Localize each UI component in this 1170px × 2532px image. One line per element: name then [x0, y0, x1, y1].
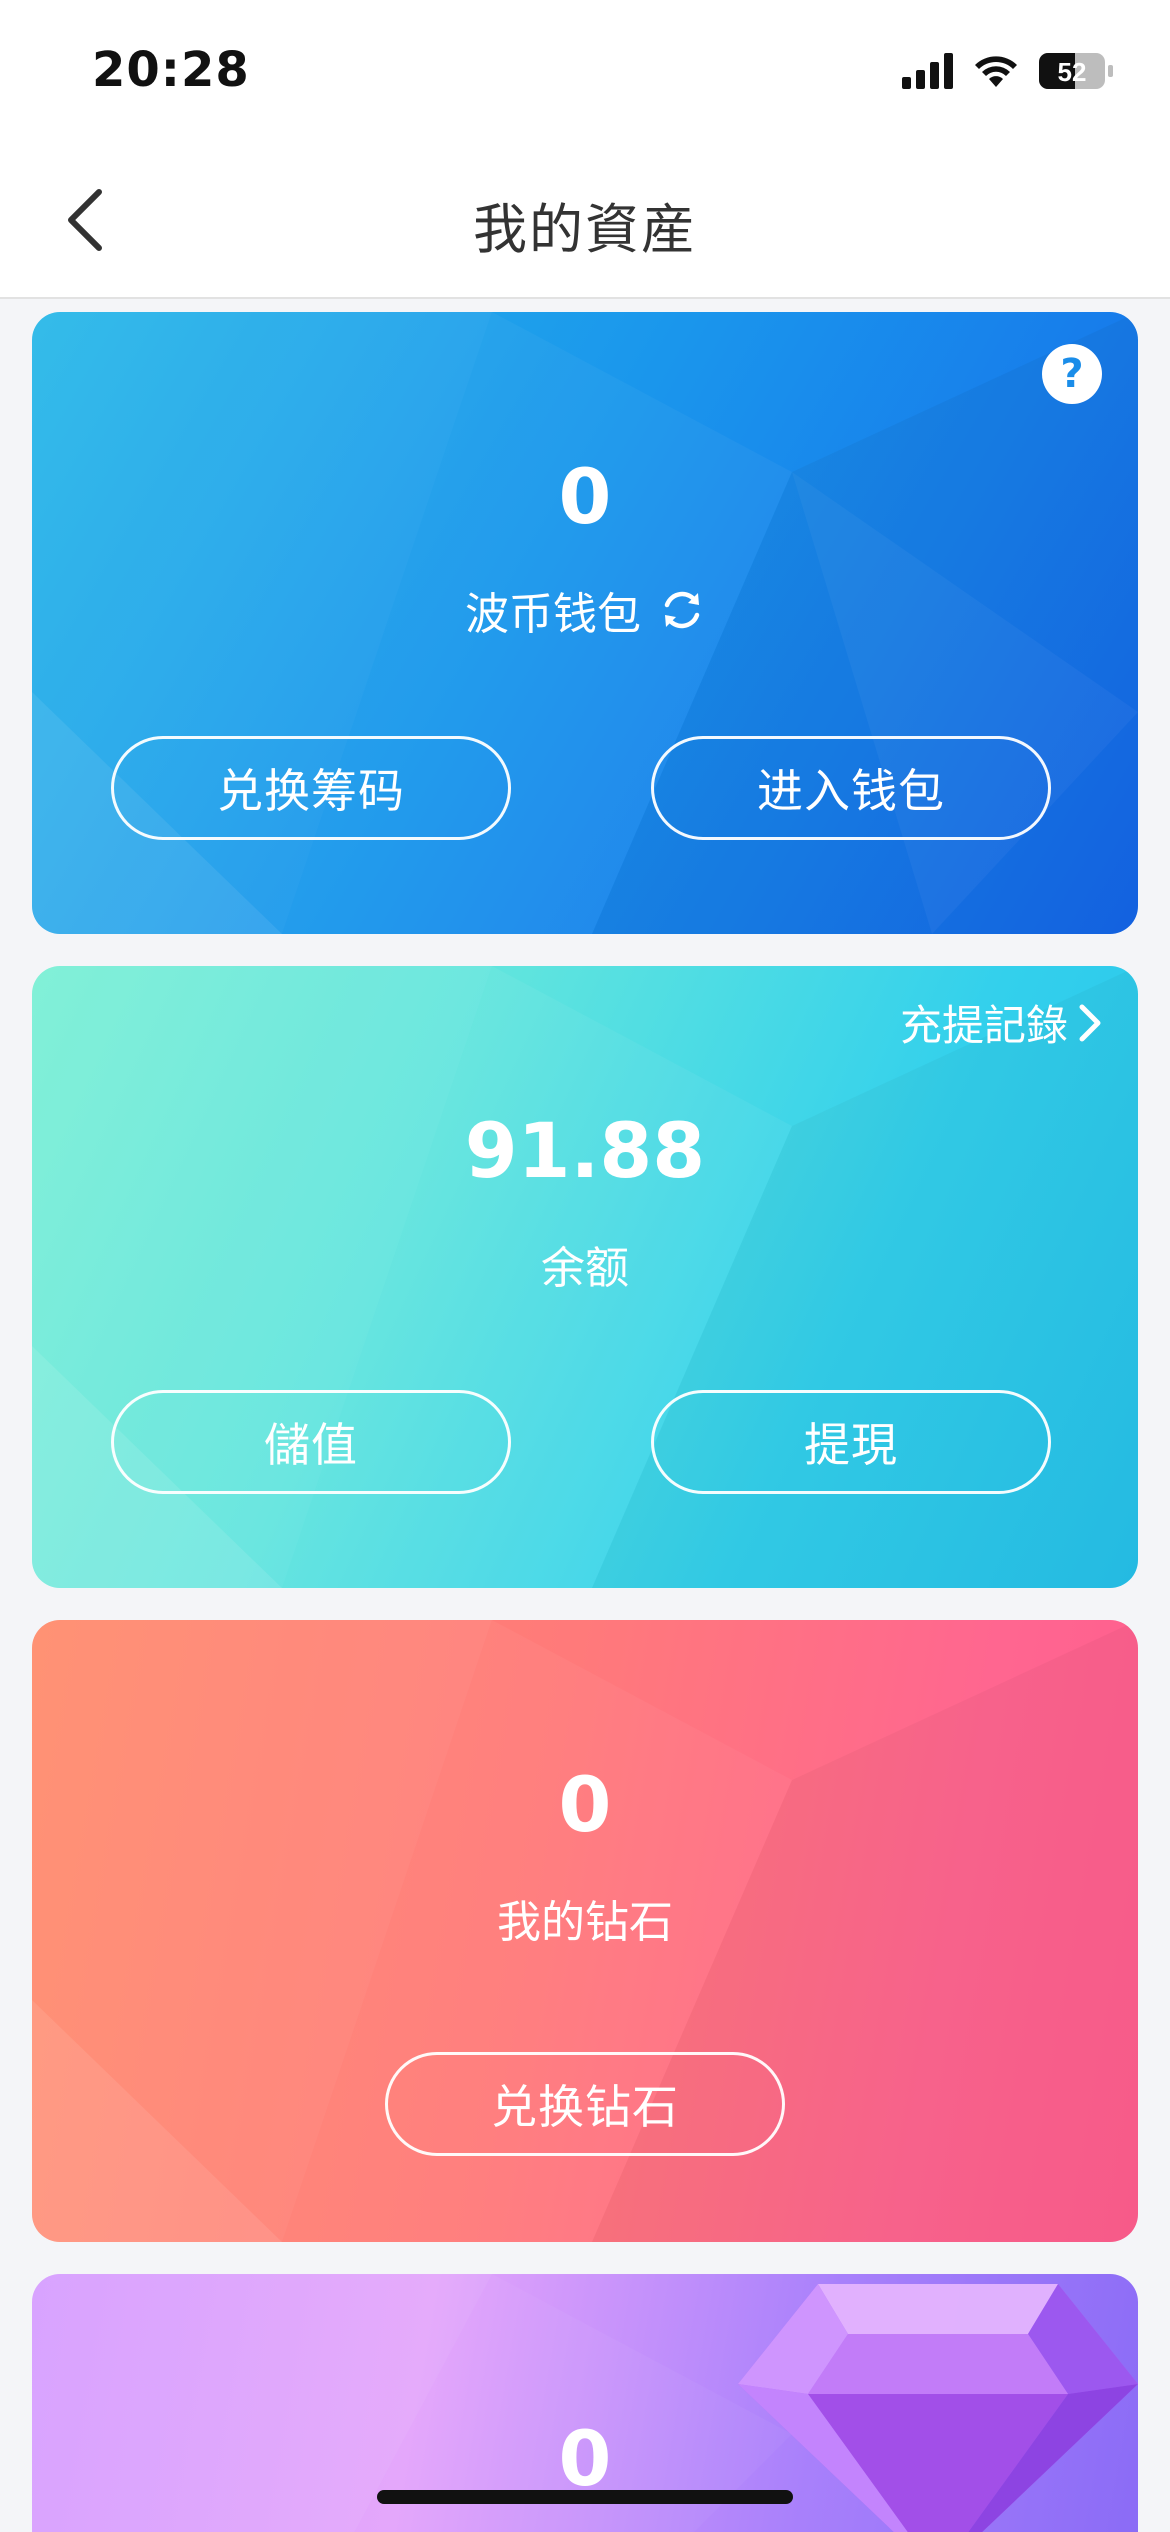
question-icon[interactable]: ?	[1042, 344, 1102, 404]
cellular-signal-icon	[902, 53, 953, 89]
exchange-diamonds-button[interactable]: 兑换钻石	[385, 2052, 785, 2156]
enter-wallet-button[interactable]: 进入钱包	[651, 736, 1051, 840]
page-title: 我的資産	[473, 198, 697, 261]
balance-label: 余额	[541, 1243, 629, 1294]
battery-level: 52	[1058, 57, 1087, 87]
status-bar: 20:28 52	[0, 0, 1170, 145]
diamond-count-value: 0	[558, 1760, 612, 1849]
diamond-card: 0 我的钻石 兑换钻石	[32, 1620, 1138, 2242]
home-indicator	[377, 2490, 793, 2504]
chevron-right-icon	[1079, 1004, 1101, 1041]
wallet-label: 波币钱包	[465, 589, 641, 640]
balance-value: 91.88	[464, 1106, 706, 1195]
deposit-button[interactable]: 儲值	[111, 1390, 511, 1494]
exchange-chips-button[interactable]: 兑换筹码	[111, 736, 511, 840]
battery-icon: 52	[1039, 53, 1113, 89]
status-time: 20:28	[92, 42, 250, 98]
wallet-label-row: 波币钱包	[32, 578, 1138, 642]
navigation-bar: 我的資産	[0, 145, 1170, 299]
withdraw-button[interactable]: 提現	[651, 1390, 1051, 1494]
records-link-label: 充提記錄	[899, 1001, 1068, 1050]
wallet-card: ? 0 波币钱包 兑换筹码 进入钱包	[32, 312, 1138, 934]
wifi-icon	[975, 56, 1017, 87]
balance-card: 充提記錄 91.88 余额 儲值 提現	[32, 966, 1138, 1588]
deposit-withdraw-records-link[interactable]: 充提記錄	[900, 992, 1102, 1053]
diamond-label: 我的钻石	[497, 1897, 673, 1948]
wallet-balance-value: 0	[558, 452, 612, 541]
my-assets-screen: 20:28 52 我的資産 ? 0 波币钱包 兑换筹码 进入钱包 充提記錄 91…	[0, 0, 1170, 2532]
refresh-icon[interactable]	[659, 587, 705, 633]
status-icons: 52	[902, 52, 1114, 90]
